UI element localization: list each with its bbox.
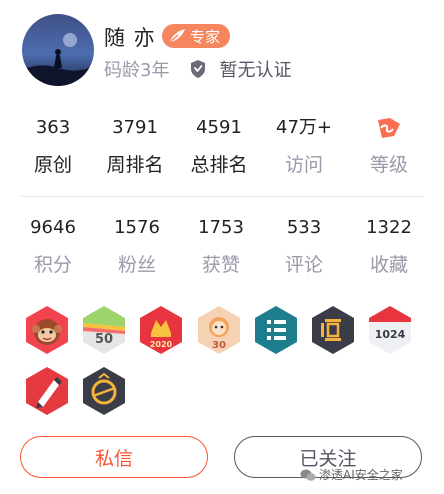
divider [20,196,424,197]
stat-value: 9646 [30,217,76,238]
stat-likes[interactable]: 1753 获赞 [176,216,266,277]
stat-value: 3791 [112,117,158,138]
stat-points[interactable]: 9646 积分 [8,216,98,277]
profile-meta: 码龄3年 暂无认证 [104,56,291,82]
stat-label: 积分 [33,254,72,276]
stat-label: 等级 [369,154,408,176]
stat-value: 1322 [366,217,412,238]
medal-text: 1024 [375,328,406,341]
stat-label: 访问 [284,154,323,176]
avatar[interactable] [22,14,94,86]
stat-value: 533 [286,217,322,238]
watermark-text: 渗透AI安全之家 [319,468,403,482]
medal-text: 30 [212,340,226,351]
stat-label: 获赞 [201,254,240,276]
stat-value: 4591 [196,117,242,138]
1024-medal-icon[interactable]: 1024 [367,305,413,355]
stat-value: 47万+ [276,117,332,138]
stat-comments[interactable]: 533 评论 [259,216,349,277]
certification-status: 暂无认证 [219,60,292,81]
thirty-days-medal-icon[interactable]: 30 [196,305,242,355]
stat-value: 363 [35,117,71,138]
user-name: 随 亦 [104,26,156,50]
shield-icon [191,60,206,78]
stat-level[interactable]: 等级 [344,116,434,177]
wechat-icon [300,469,316,481]
stat-label: 原创 [33,154,72,176]
expert-badge-label: 专家 [190,27,221,46]
feather-icon [168,29,185,44]
pen-medal-icon[interactable] [24,366,70,416]
stat-label: 周排名 [106,154,164,176]
code-age: 码龄3年 [104,60,170,81]
stat-label: 收藏 [369,254,408,276]
stat-total-rank[interactable]: 4591 总排名 [174,116,264,177]
expert-badge: 专家 [162,24,230,48]
persistence-medal-icon[interactable] [310,305,356,355]
stat-favorites[interactable]: 1322 收藏 [344,216,434,277]
stat-fans[interactable]: 1576 粉丝 [92,216,182,277]
stat-value: 1753 [198,217,244,238]
year-2020-medal-icon[interactable]: 2020 [138,305,184,355]
watermark: 渗透AI安全之家 [300,466,403,483]
stat-label: 评论 [284,254,323,276]
medal-text: 50 [95,332,113,347]
gold-ring-medal-icon[interactable] [81,366,127,416]
list-medal-icon[interactable] [253,305,299,355]
level-icon [344,116,434,140]
fifty-days-medal-icon[interactable]: 50 [81,305,127,355]
stat-weekly-rank[interactable]: 3791 周排名 [90,116,180,177]
stat-value: 1576 [114,217,160,238]
medal-text: 2020 [150,340,173,349]
stat-visits[interactable]: 47万+ 访问 [259,116,349,177]
stat-label: 总排名 [190,154,248,176]
stat-label: 粉丝 [117,254,156,276]
private-message-button[interactable]: 私信 [20,436,208,478]
monkey-medal-icon[interactable] [24,305,70,355]
stat-original[interactable]: 363 原创 [8,116,98,177]
